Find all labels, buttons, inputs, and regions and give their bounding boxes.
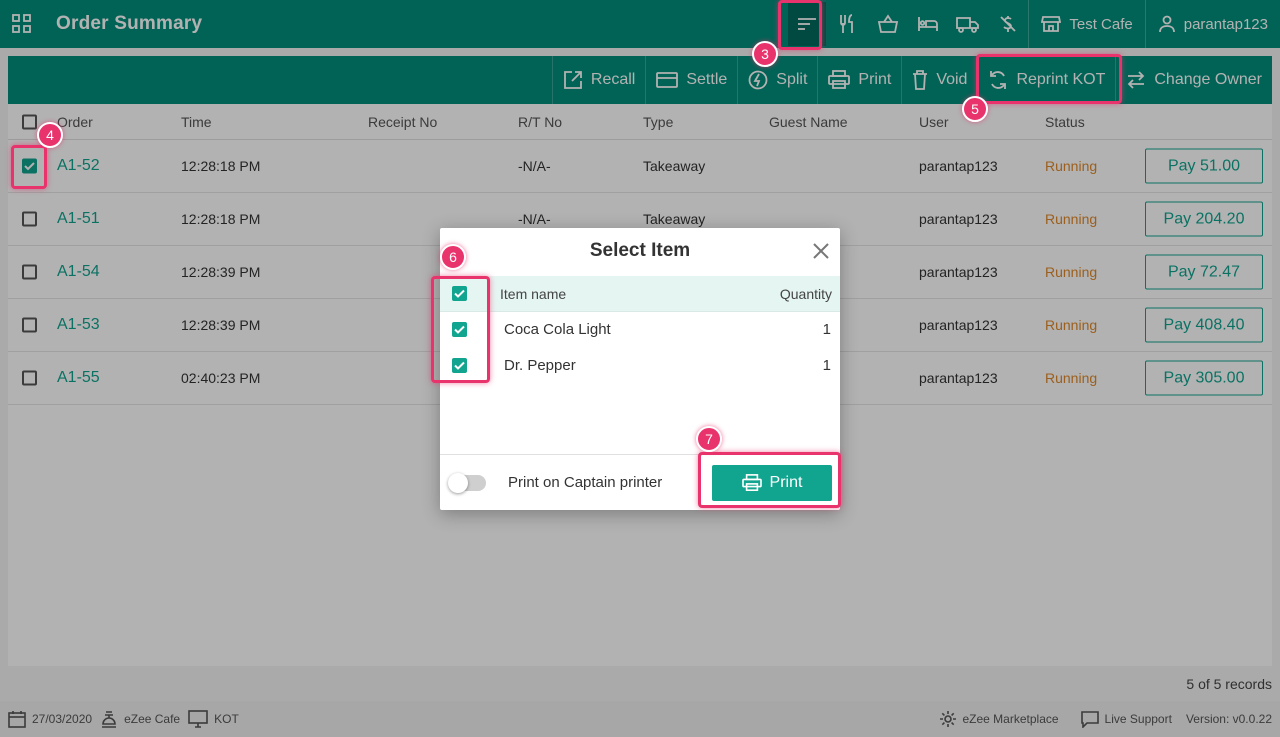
step-badge: 4 [37,122,63,148]
highlight-box [698,452,841,508]
item-quantity: 1 [822,321,831,338]
item-name: Dr. Pepper [504,357,576,374]
col-quantity: Quantity [779,286,832,302]
item-table-header: Item name Quantity [440,276,840,312]
col-item-name: Item name [500,286,567,302]
captain-printer-toggle[interactable] [448,473,486,493]
highlight-box [11,145,47,189]
highlight-box [778,0,822,50]
item-row[interactable]: Dr. Pepper 1 [440,348,840,384]
toggle-label: Print on Captain printer [508,474,663,491]
step-badge: 3 [752,41,778,67]
item-row[interactable]: Coca Cola Light 1 [440,312,840,348]
step-badge: 5 [962,96,988,122]
close-icon[interactable] [810,240,832,262]
step-badge: 6 [440,244,466,270]
highlight-box [976,54,1122,104]
step-badge: 7 [696,426,722,452]
item-name: Coca Cola Light [504,321,611,338]
dialog-title: Select Item [589,240,691,261]
highlight-box [431,276,490,383]
item-quantity: 1 [822,357,831,374]
